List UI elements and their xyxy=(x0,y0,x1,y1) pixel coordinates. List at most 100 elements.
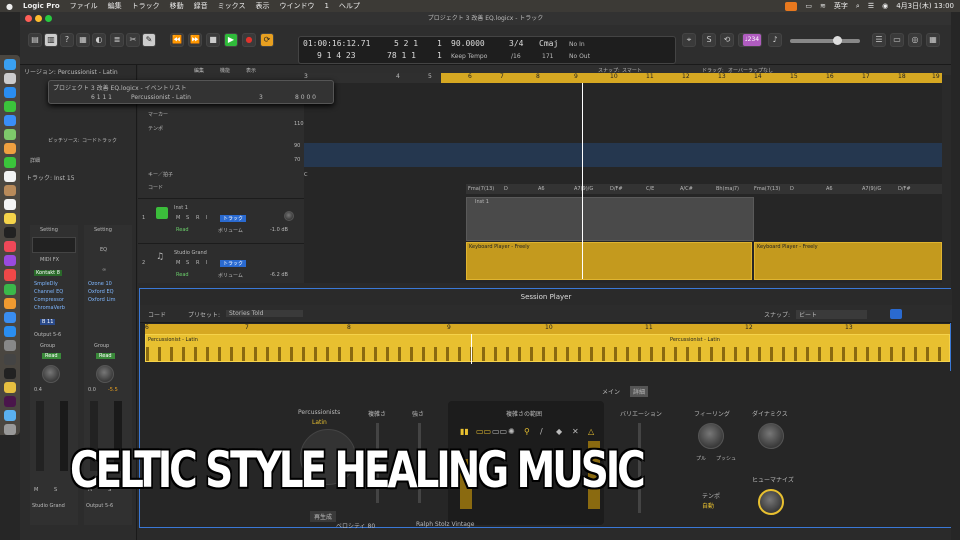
midi-fx-slot[interactable]: MIDI FX xyxy=(40,257,59,263)
appstore-icon[interactable] xyxy=(4,325,16,337)
chord-label[interactable]: A/C# xyxy=(680,186,693,192)
group-slot[interactable]: Group xyxy=(94,343,109,349)
key-signature-track[interactable]: キー／拍子 xyxy=(148,171,173,178)
folder-icon[interactable] xyxy=(4,409,16,421)
chord-button[interactable]: コード xyxy=(148,310,166,319)
menu-record[interactable]: 録音 xyxy=(194,1,208,11)
control-center-icon[interactable]: ☰ xyxy=(868,2,874,10)
track-name[interactable]: Inst 1 xyxy=(174,205,188,211)
photos-icon[interactable] xyxy=(4,143,16,155)
tab-main[interactable]: メイン xyxy=(602,387,620,396)
eq-slot[interactable]: EQ xyxy=(100,247,107,253)
playhead[interactable] xyxy=(582,83,583,279)
plugin-slot-3[interactable]: Compressor xyxy=(34,297,64,303)
replace-icon[interactable]: ⟲ xyxy=(720,33,734,47)
contacts-icon[interactable] xyxy=(4,185,16,197)
plugin-slot-2[interactable]: Channel EQ xyxy=(34,289,63,295)
maraca-icon[interactable]: ⚲ xyxy=(524,427,530,436)
pages-icon[interactable] xyxy=(4,297,16,309)
track-pan-knob[interactable] xyxy=(284,211,294,221)
detail-toggle[interactable]: 詳細 xyxy=(30,157,40,164)
chord-label[interactable]: D xyxy=(504,186,508,192)
stick-icon[interactable]: / xyxy=(540,427,543,436)
pitch-source-select[interactable]: コードトラック xyxy=(82,137,117,144)
reminders-icon[interactable] xyxy=(4,199,16,211)
list-editors-icon[interactable]: ☰ xyxy=(872,33,886,47)
trash-icon[interactable] xyxy=(4,423,16,435)
plugin-slot-3[interactable]: Oxford Lim xyxy=(88,297,116,303)
shaker-icon[interactable]: ▮▮ xyxy=(460,427,469,436)
menu-navigate[interactable]: 移動 xyxy=(170,1,184,11)
toolbar-icon[interactable]: ▦ xyxy=(76,33,90,47)
forward-icon[interactable]: ⏩ xyxy=(188,33,202,47)
messages-icon[interactable] xyxy=(4,101,16,113)
tempo-lane[interactable] xyxy=(304,143,942,167)
tracks-area[interactable]: 110 90 70 C Fma(7(13) D A6 A7(9)/G D/F# … xyxy=(294,83,942,283)
notepad-icon[interactable]: ▭ xyxy=(890,33,904,47)
session-ruler[interactable]: 6 7 8 9 10 11 12 13 xyxy=(145,324,950,334)
calendar-icon[interactable] xyxy=(4,171,16,183)
facetime-icon[interactable] xyxy=(4,157,16,169)
lcd-display[interactable]: 01:00:16:12.71 9 1 4 23 5 2 1 78 1 1 1 1… xyxy=(298,36,676,64)
input-monitor-button[interactable]: I xyxy=(206,260,207,266)
menu-window[interactable]: ウインドウ xyxy=(279,1,314,11)
tuner-icon[interactable]: ⌖ xyxy=(682,33,696,47)
volume-fader[interactable] xyxy=(36,401,44,471)
instrument-slot[interactable]: Kontakt 8 xyxy=(34,270,62,276)
chord-label[interactable]: A6 xyxy=(826,186,833,192)
mute-button[interactable]: M xyxy=(176,215,180,221)
chord-label[interactable]: D/F# xyxy=(610,186,623,192)
event-name[interactable]: Percussionist - Latin xyxy=(131,94,191,101)
smart-controls-icon[interactable]: ◐ xyxy=(92,33,106,47)
pencil-icon[interactable]: ✎ xyxy=(142,33,156,47)
automation-param-select[interactable]: ボリューム xyxy=(218,227,243,234)
siri-icon[interactable]: ◉ xyxy=(882,2,888,10)
loop-browser-icon[interactable]: ◎ xyxy=(908,33,922,47)
automation-mode[interactable]: Read xyxy=(96,353,115,359)
chord-label[interactable]: D xyxy=(790,186,794,192)
tv-icon[interactable] xyxy=(4,227,16,239)
humanize-knob[interactable] xyxy=(758,489,784,515)
inspector-icon[interactable]: ▥ xyxy=(44,33,58,47)
session-playhead[interactable] xyxy=(471,334,472,364)
solo-icon[interactable]: S xyxy=(702,33,716,47)
bongo-icon[interactable]: ▭▭ xyxy=(492,427,507,436)
track-automation-button[interactable]: トラック xyxy=(220,260,247,267)
music-icon[interactable] xyxy=(4,241,16,253)
session-region-keyboard-1[interactable]: Keyboard Player - Freely xyxy=(466,242,752,280)
launchpad-icon[interactable] xyxy=(4,73,16,85)
battery-icon[interactable]: ▭ xyxy=(805,2,812,10)
snap-select[interactable]: ビート xyxy=(796,310,868,319)
ruler[interactable]: 3 4 5 6 7 8 9 10 11 12 13 14 15 16 17 18… xyxy=(304,73,942,83)
zoom-button[interactable] xyxy=(45,15,52,22)
plugin-slot-1[interactable]: Ozone 10 xyxy=(88,281,112,287)
settings-icon[interactable] xyxy=(4,339,16,351)
claves-icon[interactable]: ✕ xyxy=(572,427,579,436)
keynote-icon[interactable] xyxy=(4,311,16,323)
notes-icon[interactable] xyxy=(4,213,16,225)
tempo-track[interactable]: テンポ xyxy=(148,125,163,132)
link-icon[interactable]: ∞ xyxy=(102,267,106,273)
chord-label[interactable]: Fma(7(13) xyxy=(468,186,494,192)
record-button[interactable]: ● xyxy=(242,33,256,47)
library-icon[interactable]: ▤ xyxy=(28,33,42,47)
clock[interactable]: 4月3日(木) 13:00 xyxy=(896,1,954,11)
record-enable-button[interactable]: R xyxy=(196,215,199,221)
conga-icon[interactable]: ▭▭ xyxy=(476,427,491,436)
track-header-2[interactable]: 2 ♫ Studio Grand M S R I トラック Read ボリューム… xyxy=(138,243,304,283)
chord-label[interactable]: A7(9)/G xyxy=(574,186,593,192)
automation-mode-select[interactable]: Read xyxy=(176,272,189,278)
menu-one[interactable]: 1 xyxy=(324,2,328,10)
master-volume-slider[interactable] xyxy=(790,36,860,45)
stop-icon[interactable]: ■ xyxy=(206,33,220,47)
podcasts-icon[interactable] xyxy=(4,255,16,267)
chord-label[interactable]: Fma(7(13) xyxy=(754,186,780,192)
menu-view[interactable]: 表示 xyxy=(255,1,269,11)
chord-track[interactable]: コード xyxy=(148,184,163,191)
plugin-slot-2[interactable]: Oxford EQ xyxy=(88,289,114,295)
chrome-icon[interactable] xyxy=(4,381,16,393)
apple-menu-icon[interactable]: ● xyxy=(6,2,13,11)
minimize-button[interactable] xyxy=(35,15,42,22)
chord-label[interactable]: A6 xyxy=(538,186,545,192)
app-menu[interactable]: Logic Pro xyxy=(23,2,60,10)
